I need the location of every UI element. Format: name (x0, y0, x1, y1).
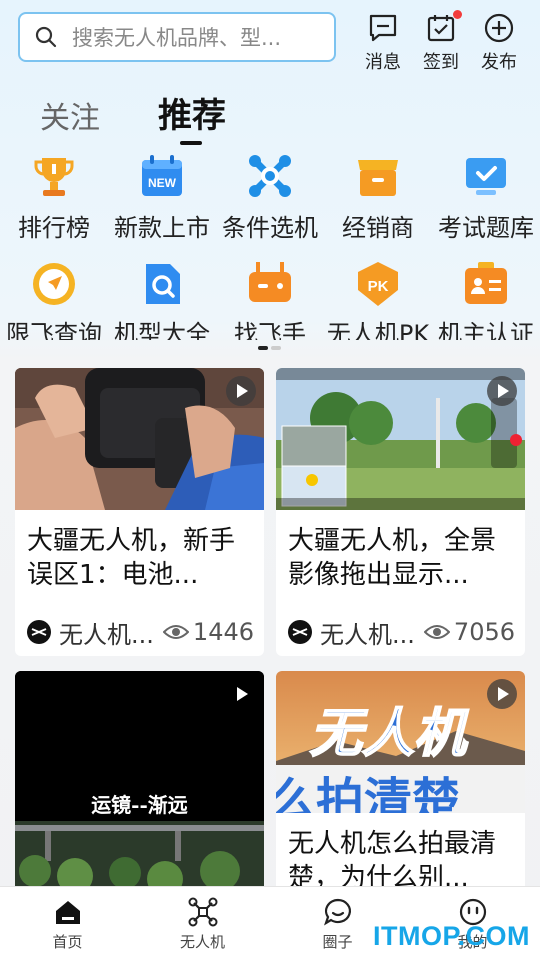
home-icon (55, 901, 80, 924)
category-filter-drones[interactable]: 条件选机 (216, 150, 324, 248)
video-overlay-subtitle: 么拍清楚 (276, 773, 461, 813)
category-label: 排行榜 (18, 214, 90, 242)
video-card[interactable]: 大疆无人机，新手误区1：电池... 无人机... 1446 (15, 368, 264, 656)
plus-circle-icon (484, 13, 514, 43)
svg-text:PK: PK (368, 278, 389, 295)
avatar (27, 620, 51, 644)
chat-icon (323, 898, 351, 926)
category-dealers[interactable]: 经销商 (324, 150, 432, 248)
category-find-pilot[interactable]: 找飞手 (216, 260, 324, 340)
view-count-value: 7056 (453, 618, 515, 646)
category-ranking[interactable]: 排行榜 (0, 150, 108, 248)
category-label: 找飞手 (234, 320, 306, 340)
nav-home[interactable]: 首页 (0, 887, 135, 960)
checkin-button[interactable]: 签到 (412, 10, 470, 74)
new-calendar-icon: NEW (142, 155, 182, 196)
author-name: 无人机... (320, 620, 415, 649)
tab-follow[interactable]: 关注 (40, 93, 100, 137)
nav-label: 圈子 (322, 933, 353, 951)
play-icon (226, 679, 256, 709)
message-label: 消息 (365, 52, 401, 73)
video-card[interactable]: 运镜--渐远 (15, 671, 264, 901)
eye-icon (162, 625, 189, 639)
category-label: 条件选机 (222, 214, 318, 242)
checkin-icon (427, 15, 455, 42)
video-thumbnail: 运镜--渐远 (15, 671, 264, 901)
message-button[interactable]: 消息 (354, 12, 412, 74)
store-icon (358, 160, 398, 196)
checkin-badge (453, 10, 462, 19)
drone-logo-icon (292, 628, 308, 636)
view-count: 1446 (162, 618, 254, 646)
publish-label: 发布 (481, 52, 517, 73)
eye-icon (423, 625, 450, 639)
drone-outline-icon (188, 897, 217, 927)
search-doc-icon (146, 264, 180, 304)
drone-icon (249, 155, 291, 197)
category-drone-pk[interactable]: PK 无人机PK (324, 260, 432, 340)
video-thumbnail: 无人机 么拍清楚 (276, 671, 525, 813)
nav-label: 无人机 (179, 933, 225, 951)
search-icon (35, 26, 57, 48)
category-no-fly-query[interactable]: 限飞查询 (0, 260, 108, 340)
category-new-arrivals[interactable]: NEW 新款上市 (108, 150, 216, 248)
category-label: 考试题库 (438, 214, 534, 242)
category-model-catalog[interactable]: 机型大全 (108, 260, 216, 340)
category-label: 无人机PK (326, 320, 430, 340)
category-grid: 排行榜 NEW 新款上市 条件选机 经销商 考试题库 限飞查询 机型大全 找飞手… (0, 150, 540, 340)
category-label: 机型大全 (114, 320, 210, 340)
tab-recommend[interactable]: 推荐 (158, 88, 226, 145)
view-count: 7056 (423, 618, 515, 646)
message-icon (369, 14, 397, 42)
compass-icon (33, 263, 75, 305)
category-label: 新款上市 (114, 214, 210, 242)
category-label: 限飞查询 (6, 320, 102, 340)
id-card-icon (465, 262, 507, 304)
svg-text:NEW: NEW (148, 176, 177, 190)
category-owner-verify[interactable]: 机主认证 (432, 260, 540, 340)
video-thumbnail (276, 368, 525, 510)
search-input[interactable]: 搜索无人机品牌、型... (18, 12, 336, 62)
avatar (288, 620, 312, 644)
author-name: 无人机... (59, 620, 154, 649)
bottom-nav: 首页 无人机 圈子 我的 ITMOP.COM (0, 886, 540, 960)
drone-logo-icon (31, 628, 47, 636)
monitor-check-icon (466, 158, 506, 195)
nav-label: 首页 (52, 933, 83, 951)
trophy-icon (34, 158, 74, 196)
play-icon (487, 376, 517, 406)
video-card[interactable]: 大疆无人机，全景影像拖出显示... 无人机... 7056 (276, 368, 525, 656)
controller-icon (249, 262, 291, 302)
pager-dot-active (258, 346, 268, 350)
watermark: ITMOP.COM (372, 921, 530, 951)
checkin-label: 签到 (423, 52, 459, 73)
view-count-value: 1446 (192, 618, 254, 646)
nav-drones[interactable]: 无人机 (135, 887, 270, 960)
video-card[interactable]: 无人机 么拍清楚 无人机怎么拍最清楚，为什么别... (276, 671, 525, 901)
play-icon (226, 376, 256, 406)
video-title: 大疆无人机，全景影像拖出显示... (288, 526, 497, 590)
category-label: 机主认证 (438, 320, 534, 340)
video-overlay-text: 运镜--渐远 (91, 793, 188, 817)
play-icon (487, 679, 517, 709)
category-exam-bank[interactable]: 考试题库 (432, 150, 540, 248)
feed-tabs: 关注 推荐 (40, 88, 226, 145)
category-label: 经销商 (342, 214, 414, 242)
header: 搜索无人机品牌、型... 消息 签到 发布 (18, 10, 528, 73)
search-placeholder: 搜索无人机品牌、型... (72, 26, 282, 50)
video-thumbnail (15, 368, 264, 510)
video-overlay-title: 无人机 (309, 703, 467, 765)
pager-dot (271, 346, 281, 350)
pk-shield-icon: PK (358, 262, 398, 306)
category-pager (258, 346, 281, 350)
publish-button[interactable]: 发布 (470, 12, 528, 74)
video-title: 大疆无人机，新手误区1：电池... (27, 526, 236, 590)
